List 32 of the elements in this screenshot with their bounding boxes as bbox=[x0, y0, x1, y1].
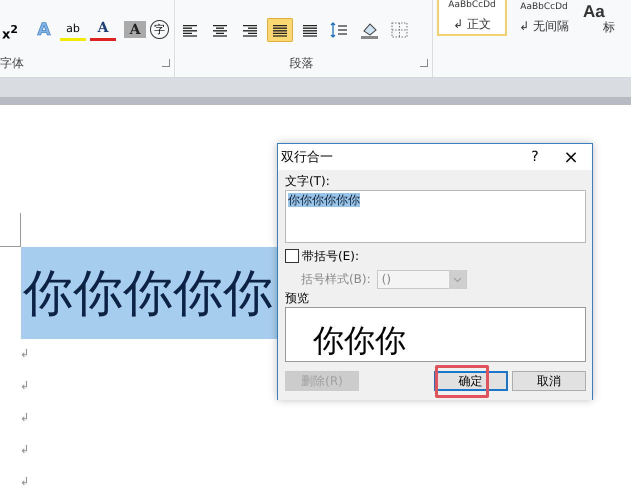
paragraph-mark: ↲ bbox=[20, 378, 30, 394]
superscript-button[interactable]: x$^{2}$ bbox=[2, 20, 20, 40]
dialog-title: 双行合一 bbox=[281, 149, 334, 166]
close-button[interactable]: × bbox=[550, 146, 592, 168]
style-gallery-item[interactable]: AaBbCcDd ↲ 正文 bbox=[437, 0, 507, 36]
paragraph-mark: ↲ bbox=[20, 346, 30, 362]
style-gallery-item[interactable]: Aa 标 bbox=[581, 0, 631, 36]
preview-text: 你你你 bbox=[313, 322, 406, 361]
group-label: 段落 bbox=[289, 54, 314, 72]
font-color-button[interactable]: A bbox=[90, 18, 116, 42]
help-button[interactable]: ? bbox=[520, 149, 550, 165]
dialog-button[interactable]: 确定 bbox=[434, 371, 508, 391]
highlight-button[interactable]: ab bbox=[60, 18, 86, 42]
field-label: 括号样式(B): bbox=[301, 271, 371, 287]
paragraph-mark: ↲ bbox=[20, 474, 30, 490]
enclose-character-button[interactable]: 字 bbox=[150, 20, 169, 40]
highlight-frame bbox=[435, 365, 489, 398]
checkbox-label: 带括号(E): bbox=[302, 248, 359, 264]
dialog-button[interactable]: 取消 bbox=[512, 371, 586, 391]
style-gallery-item[interactable]: AaBbCcDd ↲ 无间隔 bbox=[509, 0, 579, 36]
justify-icon[interactable] bbox=[266, 18, 293, 42]
dialog-launcher-icon[interactable] bbox=[420, 59, 428, 68]
field-label: 文字(T): bbox=[285, 173, 330, 189]
margin-corner-mark bbox=[0, 213, 21, 247]
character-shading-button[interactable]: A bbox=[124, 21, 146, 38]
preview-label: 预览 bbox=[285, 290, 309, 306]
paragraph-mark: ↲ bbox=[20, 442, 30, 458]
text-input-field[interactable]: 你你你你你你 bbox=[285, 190, 586, 243]
dialog-launcher-icon[interactable] bbox=[162, 59, 170, 68]
paragraph-mark: ↲ bbox=[20, 410, 30, 426]
checkbox[interactable] bbox=[285, 249, 299, 263]
group-label: 字体 bbox=[0, 54, 24, 72]
